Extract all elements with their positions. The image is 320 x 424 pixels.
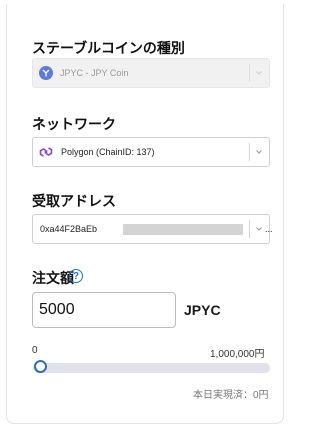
daily-realized-amount: 本日実現済：0円	[193, 390, 269, 401]
chevron-down-icon	[256, 227, 262, 231]
stablecoin-selected-value: JPYC - JPY Coin	[60, 68, 129, 78]
address-ellipsis: ...	[265, 224, 273, 234]
amount-unit: JPYC	[184, 302, 221, 318]
network-label: ネットワーク	[32, 116, 116, 132]
help-icon[interactable]: ?	[69, 269, 83, 283]
address-visible-value: 0xa44F2BaEb	[40, 224, 98, 234]
receive-address-label: 受取アドレス	[32, 193, 116, 209]
jpyc-coin-icon	[39, 66, 53, 80]
stablecoin-type-label: ステーブルコインの種別	[32, 40, 185, 56]
select-separator	[249, 220, 250, 238]
network-selected-value: Polygon (ChainID: 137)	[61, 147, 155, 157]
receive-address-select[interactable]: 0xa44F2BaEb ...	[32, 214, 273, 244]
order-amount-input[interactable]	[32, 292, 176, 328]
network-select[interactable]: Polygon (ChainID: 137)	[32, 137, 270, 167]
stablecoin-select: JPYC - JPY Coin	[32, 58, 270, 88]
chevron-down-icon	[256, 71, 262, 75]
chevron-down-icon	[256, 150, 262, 154]
amount-slider-track[interactable]	[33, 363, 270, 373]
amount-slider-thumb[interactable]	[34, 360, 47, 373]
address-redaction	[123, 224, 243, 235]
order-amount-label: 注文額	[32, 270, 74, 286]
slider-min-label: 0	[32, 345, 38, 356]
slider-max-label: 1,000,000円	[210, 349, 265, 360]
select-separator	[249, 143, 250, 161]
select-separator	[249, 64, 250, 82]
polygon-icon	[39, 147, 53, 157]
